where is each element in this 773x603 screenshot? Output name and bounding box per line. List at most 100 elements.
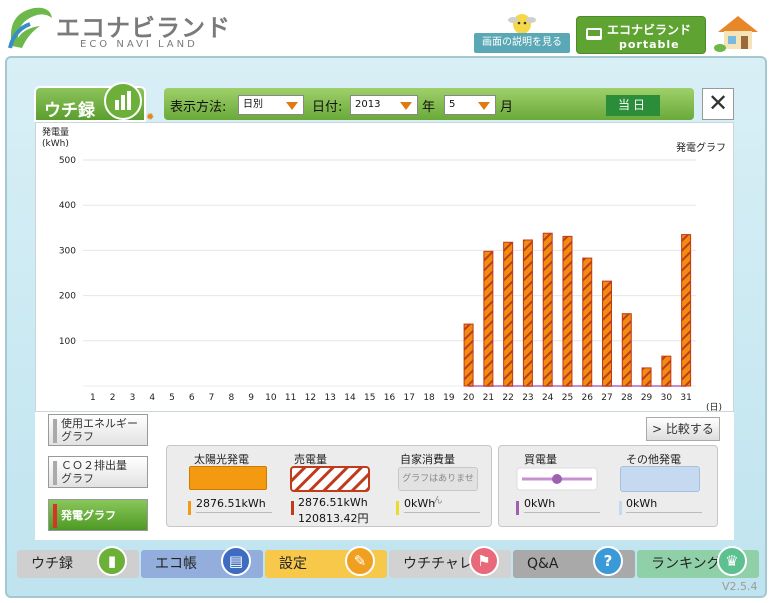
x-tick-label: 2 [110, 393, 116, 403]
compare-button[interactable]: > 比較する [646, 417, 720, 441]
nav-label: エコ帳 [155, 556, 197, 572]
year-value: 2013 [355, 99, 381, 110]
legend-line [524, 512, 600, 513]
energy-usage-graph-button[interactable]: 使用エネルギー グラフ [48, 414, 148, 446]
year-select[interactable]: 2013 [350, 95, 418, 115]
x-tick-label: 30 [661, 393, 673, 403]
energy-usage-line2: グラフ [61, 430, 94, 443]
tab-uchiroku[interactable]: ウチ録 [34, 82, 146, 122]
x-tick-label: 9 [248, 393, 254, 403]
solar-value: 2876.51kWh [196, 497, 266, 510]
bought-value: 0kWh [524, 497, 556, 510]
legend-line [196, 512, 272, 513]
display-method-select[interactable]: 日別 [238, 95, 304, 115]
crown-icon: ♛ [717, 546, 747, 576]
chevron-down-icon [478, 102, 490, 110]
bought-swatch[interactable] [516, 467, 598, 491]
bar-day-23 [522, 239, 533, 387]
x-tick-label: 29 [641, 393, 653, 403]
x-tick-label: 8 [228, 393, 234, 403]
display-method-label: 表示方法: [170, 100, 227, 115]
chevron-right-icon: > [652, 422, 666, 436]
x-tick-label: 4 [149, 393, 155, 403]
sold-swatch[interactable] [290, 466, 370, 492]
sold-title: 売電量 [294, 453, 327, 466]
bar-day-31 [681, 234, 692, 387]
x-tick-label: 13 [324, 393, 335, 403]
self-value: 0kWh [404, 497, 436, 510]
x-tick-label: 27 [601, 393, 612, 403]
nav-ranking[interactable]: ランキング ♛ [637, 546, 759, 578]
month-select[interactable]: 5 [444, 95, 496, 115]
nav-label: 設定 [279, 556, 307, 572]
close-button[interactable]: ✕ [702, 88, 734, 120]
nav-ecocho[interactable]: エコ帳 ▤ [141, 546, 263, 578]
x-tick-label: 18 [423, 393, 435, 403]
today-button[interactable]: 当日 [606, 95, 660, 116]
y-tick-label: 200 [59, 292, 76, 302]
button-marker [53, 461, 57, 485]
x-tick-label: 15 [364, 393, 375, 403]
y-tick-label: 500 [59, 156, 76, 166]
x-tick-label: 12 [305, 393, 316, 403]
co2-line1: ＣＯ２排出量 [61, 459, 127, 472]
help-button[interactable]: 画面の説明を見る [474, 33, 570, 53]
y-axis-unit: (kWh) [42, 139, 69, 149]
solar-title: 太陽光発電 [194, 453, 249, 466]
nav-label: Q&A [527, 556, 559, 572]
co2-emission-graph-button[interactable]: ＣＯ２排出量 グラフ [48, 456, 148, 488]
home-icon[interactable] [714, 12, 762, 52]
tab-label: ウチ録 [44, 101, 95, 121]
notebook-icon: ▤ [221, 546, 251, 576]
version-label: V2.5.4 [722, 580, 758, 593]
x-tick-label: 26 [582, 393, 594, 403]
x-tick-label: 5 [169, 393, 175, 403]
solar-marker [188, 501, 191, 515]
x-tick-label: 11 [285, 393, 296, 403]
bought-marker [516, 501, 519, 515]
x-tick-label: 19 [443, 393, 455, 403]
nav-uchichalle[interactable]: ウチチャレ ⚑ [389, 546, 511, 578]
logo-title: エコナビランド [56, 14, 231, 42]
x-tick-label: 28 [621, 393, 633, 403]
x-tick-label: 16 [384, 393, 396, 403]
nav-label: ウチ録 [31, 556, 73, 572]
x-tick-label: 22 [502, 393, 513, 403]
x-tick-label: 6 [189, 393, 195, 403]
legend-line [404, 512, 480, 513]
bar-day-28 [621, 313, 632, 387]
nav-qa[interactable]: Q&A ? [513, 546, 635, 578]
x-tick-label: 31 [680, 393, 691, 403]
chart-panel: 発電量 (kWh) 発電グラフ 100 200 300 400 500 1 2 3 4 5 6 7 8 9 10 1… [35, 122, 734, 413]
bar-day-30 [661, 355, 672, 387]
portable-device-icon [586, 28, 602, 40]
generation-graph-button[interactable]: 発電グラフ [48, 499, 148, 531]
nav-uchiroku[interactable]: ウチ録 ▮ [17, 546, 139, 578]
self-consumption-note: グラフはありません [398, 467, 478, 506]
control-bar: 表示方法: 日別 日付: 2013 年 5 月 当日 [164, 88, 694, 120]
chevron-down-icon [286, 102, 298, 110]
bar-day-29 [641, 367, 652, 387]
solar-swatch[interactable] [189, 466, 267, 490]
chevron-down-icon [400, 102, 412, 110]
legend-line [626, 512, 702, 513]
generation-chart: 発電量(kWh) 発電グラフ1002003004005001 2 3 4 5 6 7 8 9 10 1… [42, 126, 726, 413]
portable-button[interactable]: エコナビランド portable [576, 16, 706, 54]
x-tick-label: 23 [522, 393, 533, 403]
x-tick-label: 20 [463, 393, 475, 403]
energy-usage-line1: 使用エネルギー [61, 417, 138, 430]
nav-settings[interactable]: 設定 ✎ [265, 546, 387, 578]
month-value: 5 [449, 99, 456, 110]
y-axis-label: 発電量 [42, 126, 69, 138]
y-tick-label: 100 [59, 337, 76, 347]
logo-subtitle: ECO NAVI LAND [80, 39, 198, 50]
bar-chart-icon [104, 82, 142, 120]
portable-subtitle: portable [619, 38, 680, 51]
bar-day-22 [503, 241, 514, 387]
bar-day-20 [463, 323, 474, 387]
bar-day-27 [602, 280, 613, 387]
portable-title: エコナビランド [607, 23, 692, 37]
bar-day-24 [542, 232, 553, 387]
x-tick-label: 14 [344, 393, 356, 403]
other-swatch[interactable] [620, 466, 700, 492]
